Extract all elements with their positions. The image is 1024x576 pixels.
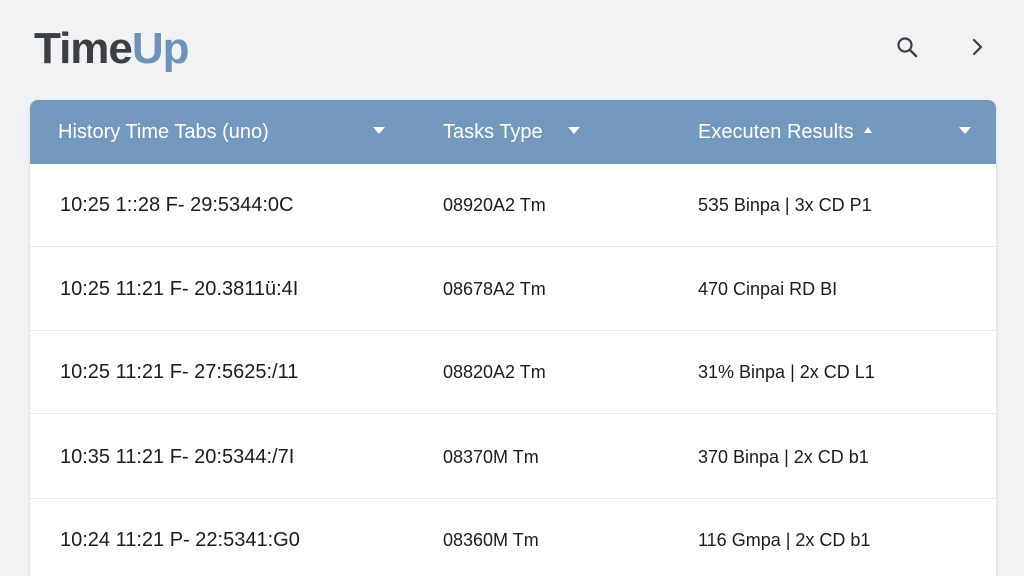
cell-task-type: 08370M Tm: [443, 446, 539, 467]
history-table: History Time Tabs (uno) Tasks Type Execu…: [30, 100, 996, 576]
cell-history-time: 10:25 11:21 F- 27:5625:/11: [60, 360, 299, 383]
cell-execution-result: 116 Gmpa | 2x CD b1: [698, 529, 871, 550]
column-sort-dropdown-icon[interactable]: [568, 127, 580, 134]
logo-text-up: Up: [131, 24, 190, 73]
top-bar: TimeUp: [0, 0, 1024, 100]
next-button[interactable]: [962, 32, 992, 62]
cell-task-type: 08678A2 Tm: [443, 278, 546, 299]
table-row[interactable]: 10:25 11:21 F- 20.3811ü:4I 08678A2 Tm 47…: [30, 248, 996, 331]
column-header-execution-results[interactable]: Executen Results: [698, 100, 872, 164]
cell-execution-result: 370 Binpa | 2x CD b1: [698, 446, 869, 467]
column-sort-dropdown-icon[interactable]: [373, 127, 385, 134]
column-header-label: Executen Results: [698, 120, 854, 143]
cell-history-time: 10:35 11:21 F- 20:5344:/7I: [60, 445, 295, 468]
logo-text-time: Time: [34, 24, 133, 73]
cell-task-type: 08920A2 Tm: [443, 194, 546, 215]
cell-history-time: 10:24 11:21 P- 22:5341:G0: [60, 528, 300, 551]
column-header-label: History Time Tabs (uno): [58, 120, 269, 143]
table-row[interactable]: 10:25 11:21 F- 27:5625:/11 08820A2 Tm 31…: [30, 331, 996, 414]
column-header-tasks-type[interactable]: Tasks Type: [443, 100, 543, 164]
search-icon: [897, 37, 918, 58]
app-window: TimeUp History Time Tabs (uno) Tasks Typ…: [0, 0, 1024, 576]
chevron-right-icon: [972, 38, 983, 56]
table-header: History Time Tabs (uno) Tasks Type Execu…: [30, 100, 996, 164]
table-row[interactable]: 10:35 11:21 F- 20:5344:/7I 08370M Tm 370…: [30, 416, 996, 499]
cell-execution-result: 5З5 Binpa | 3x CD P1: [698, 194, 872, 215]
cell-task-type: 08360M Tm: [443, 529, 539, 550]
app-logo[interactable]: TimeUp: [34, 24, 190, 74]
column-header-label: Tasks Type: [443, 120, 543, 143]
column-options-dropdown-icon[interactable]: [959, 127, 971, 134]
table-row[interactable]: 10:25 1::28 F- 29:5344:0C 08920A2 Tm 5З5…: [30, 164, 996, 247]
cell-execution-result: 31% Binpa | 2x CD L1: [698, 361, 875, 382]
cell-execution-result: 470 Cinpai RD BI: [698, 278, 838, 299]
cell-task-type: 08820A2 Tm: [443, 361, 546, 382]
table-row[interactable]: 10:24 11:21 P- 22:5341:G0 08360M Tm 116 …: [30, 499, 996, 576]
cell-history-time: 10:25 1::28 F- 29:5344:0C: [60, 193, 294, 216]
cell-history-time: 10:25 11:21 F- 20.3811ü:4I: [60, 277, 299, 300]
sort-ascending-icon: [863, 127, 872, 133]
search-button[interactable]: [892, 32, 922, 62]
column-header-history-time[interactable]: History Time Tabs (uno): [58, 100, 269, 164]
